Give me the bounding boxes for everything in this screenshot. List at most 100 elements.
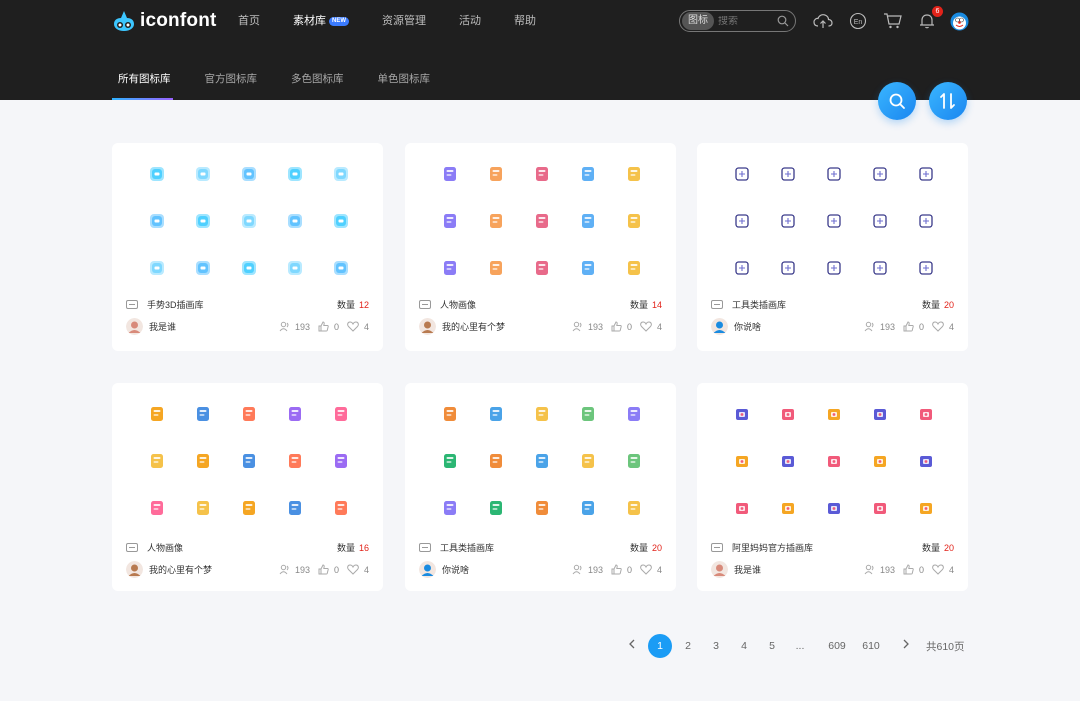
preview-icon[interactable]: [148, 499, 166, 517]
search-icon[interactable]: [777, 15, 789, 27]
page-1[interactable]: 1: [648, 634, 672, 658]
preview-icon[interactable]: [286, 405, 304, 423]
preview-icon[interactable]: [194, 405, 212, 423]
preview-icon[interactable]: [332, 405, 350, 423]
user-avatar[interactable]: [949, 11, 969, 31]
preview-icon[interactable]: [441, 499, 459, 517]
favorite-stat[interactable]: 4: [347, 321, 369, 332]
preview-icon[interactable]: [871, 165, 889, 183]
preview-icon[interactable]: [194, 165, 212, 183]
library-card[interactable]: 手势3D插画库 数量 12 我是谁 193 0 4: [112, 143, 383, 351]
preview-icon[interactable]: [917, 452, 935, 470]
author-avatar[interactable]: [126, 318, 143, 335]
preview-icon[interactable]: [917, 165, 935, 183]
preview-icon[interactable]: [625, 212, 643, 230]
like-stat[interactable]: 0: [611, 321, 632, 332]
preview-icon[interactable]: [779, 499, 797, 517]
preview-icon[interactable]: [625, 499, 643, 517]
prev-page-button[interactable]: [620, 634, 644, 658]
like-stat[interactable]: 0: [903, 564, 924, 575]
tab-monochrome-libraries[interactable]: 单色图标库: [378, 71, 431, 100]
favorite-stat[interactable]: 4: [347, 564, 369, 575]
preview-icon[interactable]: [487, 259, 505, 277]
library-card[interactable]: 工具类插画库 数量 20 你说啥 193 0 4: [405, 383, 676, 591]
tab-official-libraries[interactable]: 官方图标库: [205, 71, 258, 100]
preview-icon[interactable]: [148, 259, 166, 277]
preview-icon[interactable]: [240, 259, 258, 277]
like-stat[interactable]: 0: [903, 321, 924, 332]
preview-icon[interactable]: [733, 165, 751, 183]
preview-icon[interactable]: [441, 259, 459, 277]
iconfont-logo[interactable]: iconfont: [112, 9, 217, 33]
preview-icon[interactable]: [286, 212, 304, 230]
preview-icon[interactable]: [871, 452, 889, 470]
collect-stat[interactable]: 193: [279, 321, 310, 332]
preview-icon[interactable]: [487, 405, 505, 423]
preview-icon[interactable]: [871, 259, 889, 277]
preview-icon[interactable]: [825, 212, 843, 230]
author-name[interactable]: 我是谁: [149, 320, 176, 333]
preview-icon[interactable]: [825, 165, 843, 183]
preview-icon[interactable]: [579, 405, 597, 423]
nav-activity[interactable]: 活动: [459, 13, 481, 29]
preview-icon[interactable]: [240, 499, 258, 517]
next-page-button[interactable]: [894, 634, 918, 658]
page-4[interactable]: 4: [732, 634, 756, 658]
like-stat[interactable]: 0: [318, 564, 339, 575]
collect-stat[interactable]: 193: [279, 564, 310, 575]
nav-resources[interactable]: 资源管理: [382, 13, 426, 29]
preview-icon[interactable]: [332, 165, 350, 183]
preview-icon[interactable]: [441, 165, 459, 183]
preview-icon[interactable]: [533, 405, 551, 423]
author-avatar[interactable]: [126, 561, 143, 578]
author-avatar[interactable]: [419, 561, 436, 578]
preview-icon[interactable]: [579, 259, 597, 277]
collect-stat[interactable]: 193: [864, 564, 895, 575]
preview-icon[interactable]: [917, 499, 935, 517]
preview-icon[interactable]: [194, 499, 212, 517]
favorite-stat[interactable]: 4: [932, 564, 954, 575]
author-name[interactable]: 我的心里有个梦: [442, 320, 505, 333]
preview-icon[interactable]: [194, 212, 212, 230]
preview-icon[interactable]: [625, 259, 643, 277]
preview-icon[interactable]: [487, 165, 505, 183]
page-609[interactable]: 609: [822, 634, 852, 658]
preview-icon[interactable]: [240, 165, 258, 183]
page-3[interactable]: 3: [704, 634, 728, 658]
preview-icon[interactable]: [332, 212, 350, 230]
preview-icon[interactable]: [148, 452, 166, 470]
preview-icon[interactable]: [779, 165, 797, 183]
preview-icon[interactable]: [487, 212, 505, 230]
preview-icon[interactable]: [733, 259, 751, 277]
upload-icon[interactable]: [813, 11, 833, 31]
author-name[interactable]: 我的心里有个梦: [149, 563, 212, 576]
tab-multicolor-libraries[interactable]: 多色图标库: [291, 71, 344, 100]
author-name[interactable]: 我是谁: [734, 563, 761, 576]
nav-materials[interactable]: 素材库 NEW: [293, 13, 349, 29]
preview-icon[interactable]: [871, 405, 889, 423]
preview-icon[interactable]: [733, 499, 751, 517]
preview-icon[interactable]: [825, 452, 843, 470]
library-title[interactable]: 阿里妈妈官方插画库: [732, 541, 813, 554]
preview-icon[interactable]: [917, 212, 935, 230]
preview-icon[interactable]: [917, 259, 935, 277]
preview-icon[interactable]: [332, 259, 350, 277]
favorite-stat[interactable]: 4: [640, 564, 662, 575]
like-stat[interactable]: 0: [318, 321, 339, 332]
preview-icon[interactable]: [533, 452, 551, 470]
preview-icon[interactable]: [825, 259, 843, 277]
favorite-stat[interactable]: 4: [640, 321, 662, 332]
preview-icon[interactable]: [148, 165, 166, 183]
language-en-icon[interactable]: En: [848, 11, 868, 31]
author-avatar[interactable]: [419, 318, 436, 335]
preview-icon[interactable]: [148, 212, 166, 230]
preview-icon[interactable]: [779, 452, 797, 470]
preview-icon[interactable]: [579, 452, 597, 470]
author-name[interactable]: 你说啥: [442, 563, 469, 576]
preview-icon[interactable]: [286, 259, 304, 277]
preview-icon[interactable]: [240, 452, 258, 470]
preview-icon[interactable]: [871, 499, 889, 517]
library-title[interactable]: 工具类插画库: [732, 298, 786, 311]
preview-icon[interactable]: [625, 452, 643, 470]
library-card[interactable]: 工具类插画库 数量 20 你说啥 193 0 4: [697, 143, 968, 351]
